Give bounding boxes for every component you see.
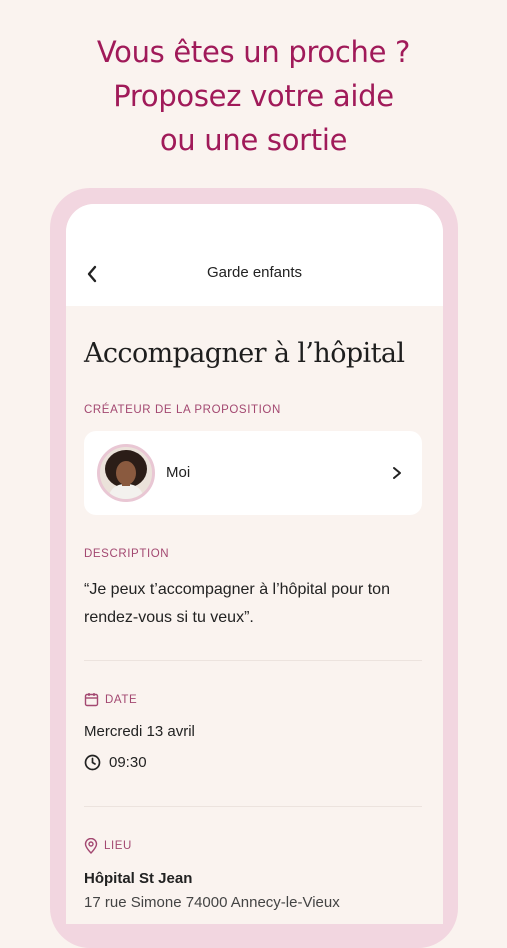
nav-title: Garde enfants [206, 264, 303, 281]
clock-icon [84, 754, 101, 771]
headline-line-2: Proposez votre aide [113, 79, 394, 113]
chevron-right-icon [393, 467, 401, 479]
creator-name: Moi [166, 464, 191, 481]
place-address: 17 rue Simone 74000 Annecy-le-Vieux [84, 894, 340, 911]
phone-screen: Garde enfants Accompagner à l’hôpital CR… [66, 204, 443, 924]
time-row: 09:30 [84, 754, 147, 771]
creator-card[interactable]: Moi [84, 431, 422, 515]
description-section-label: DESCRIPTION [84, 548, 169, 560]
creator-section-label: CRÉATEUR DE LA PROPOSITION [84, 404, 281, 416]
avatar-portrait [100, 447, 152, 499]
place-section-label: LIEU [84, 838, 132, 854]
page-title: Accompagner à l’hôpital [84, 338, 405, 369]
place-label-text: LIEU [104, 840, 132, 852]
creator-label-text: CRÉATEUR DE LA PROPOSITION [84, 404, 281, 416]
description-label-text: DESCRIPTION [84, 548, 170, 560]
time-value: 09:30 [109, 754, 147, 771]
headline-line-3: ou une sortie [159, 123, 348, 157]
place-name: Hôpital St Jean [84, 870, 193, 887]
avatar [97, 444, 155, 502]
promo-headline: Vous êtes un proche ? Proposez votre aid… [0, 30, 507, 162]
date-value: Mercredi 13 avril [84, 723, 195, 740]
description-text: “Je peux t’accompagner à l’hôpital pour … [84, 581, 390, 626]
divider [84, 660, 422, 661]
date-label-text: DATE [105, 693, 138, 706]
calendar-icon [84, 693, 99, 707]
location-pin-icon [84, 838, 98, 854]
divider [84, 806, 422, 807]
navigation-bar: Garde enfants [66, 204, 443, 306]
date-section-label: DATE [84, 692, 137, 707]
headline-line-1: Vous êtes un proche ? [96, 35, 411, 69]
